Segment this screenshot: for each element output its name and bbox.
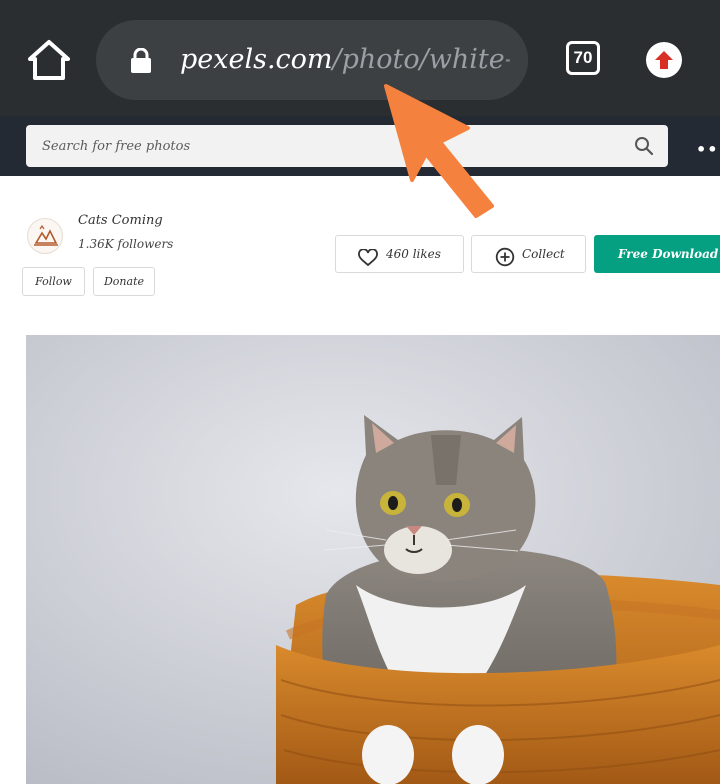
url-fade [500,20,528,100]
heart-icon [358,245,378,281]
browser-toolbar: pexels.com/photo/white-a 70 [0,0,720,116]
lock-icon [130,47,152,74]
donate-button[interactable]: Donate [93,267,155,296]
plus-circle-icon [495,245,515,281]
search-box [26,125,668,167]
avatar[interactable] [27,218,63,254]
pointer-arrow [380,82,500,218]
follower-count: 1.36K followers [78,237,174,251]
like-button[interactable]: 460 likes [335,235,464,273]
collect-label: Collect [522,247,565,261]
url-host: pexels.com [180,44,333,75]
search-icon[interactable] [634,136,654,156]
follow-button[interactable]: Follow [22,267,85,296]
free-download-button[interactable]: Free Download [594,235,720,273]
collect-button[interactable]: Collect [471,235,586,273]
site-header [0,116,720,176]
home-icon[interactable] [26,38,72,82]
cat-in-basket-photo[interactable] [26,335,720,784]
photographer-name[interactable]: Cats Coming [78,213,163,228]
url-text: pexels.com/photo/white-a [180,42,510,78]
tab-switcher-button[interactable]: 70 [566,41,600,75]
update-icon[interactable] [646,42,682,78]
more-dots-icon[interactable]: ••• [696,140,720,159]
likes-label: 460 likes [386,247,441,261]
search-input[interactable] [26,125,616,167]
url-path: /photo/white-a [332,44,510,75]
